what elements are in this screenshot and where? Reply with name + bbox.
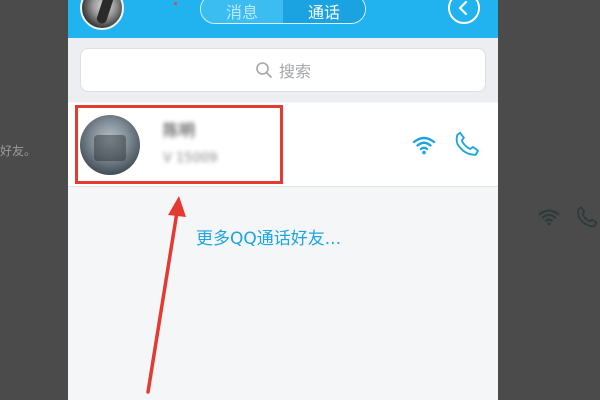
background-wifi-icon	[538, 209, 560, 226]
search-area: 搜索	[68, 38, 498, 102]
notification-dot	[174, 2, 177, 5]
search-input[interactable]: 搜索	[80, 48, 486, 92]
chevron-left-icon	[458, 0, 468, 16]
wifi-call-icon[interactable]	[412, 134, 436, 156]
tab-switcher: 消息 通话	[200, 0, 366, 24]
background-text: 好友。	[0, 144, 37, 158]
tab-messages[interactable]: 消息	[201, 0, 283, 23]
background-phone-icon	[577, 206, 598, 228]
user-avatar[interactable]	[80, 0, 124, 30]
tab-calls[interactable]: 通话	[283, 0, 365, 23]
more-qq-call-friends-link[interactable]: 更多QQ通话好友...	[196, 224, 341, 249]
search-icon	[256, 62, 272, 78]
annotation-highlight-box	[75, 105, 283, 184]
back-button[interactable]	[448, 0, 480, 24]
phone-call-icon[interactable]	[452, 129, 482, 159]
search-placeholder: 搜索	[278, 62, 311, 81]
top-bar: 消息 通话	[68, 0, 498, 38]
phone-screen: 消息 通话 搜索 陈明 V 15009 更多QQ通话好友...	[68, 0, 498, 400]
